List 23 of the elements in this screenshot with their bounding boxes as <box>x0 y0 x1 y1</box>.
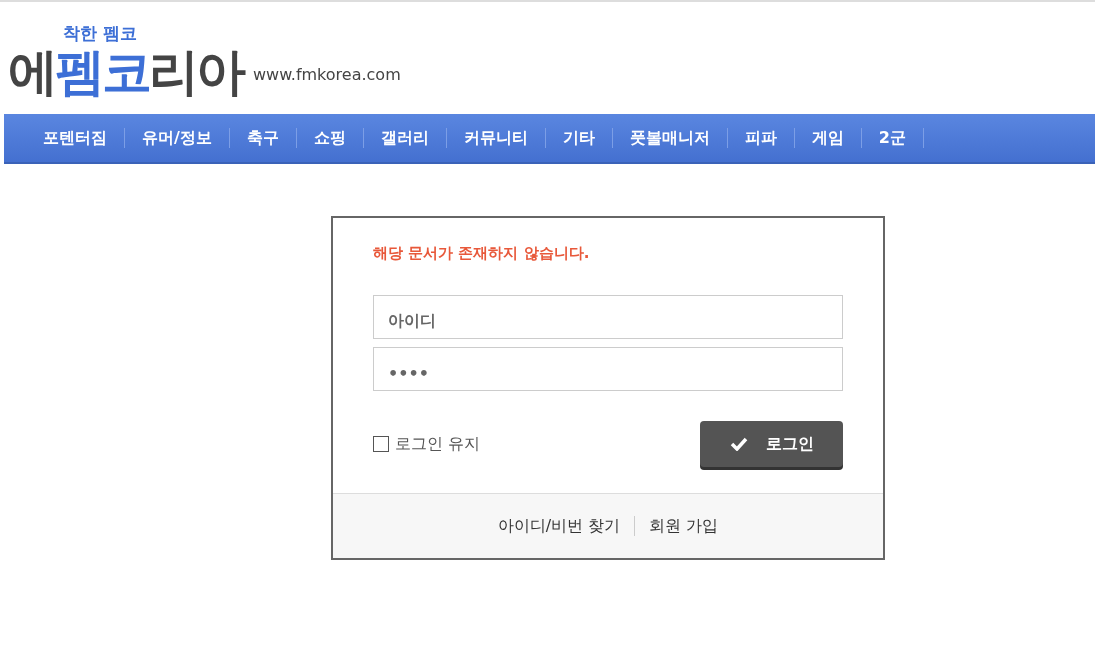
id-field[interactable]: 아이디 <box>373 295 843 339</box>
nav-link[interactable]: 피파 <box>727 127 794 149</box>
nav-link[interactable]: 커뮤니티 <box>446 127 545 149</box>
site-logo[interactable]: 에펨코리아 <box>8 42 243 102</box>
password-field[interactable]: •••• <box>373 347 843 391</box>
nav-link[interactable]: 유머/정보 <box>125 127 229 149</box>
checkmark-icon <box>729 437 748 451</box>
site-domain: www.fmkorea.com <box>253 65 401 84</box>
nav-link[interactable]: 기타 <box>545 127 612 149</box>
footer-link[interactable]: 회원 가입 <box>635 515 733 537</box>
keep-login-checkbox[interactable] <box>373 436 389 452</box>
nav-link[interactable]: 풋볼매니저 <box>612 127 727 149</box>
nav-link[interactable]: 갤러리 <box>363 127 446 149</box>
nav-link[interactable]: 2군 <box>861 127 923 149</box>
error-message: 해당 문서가 존재하지 않습니다. <box>373 244 591 263</box>
logo-tagline: 착한 펨코 <box>63 24 137 42</box>
login-button[interactable]: 로그인 <box>700 421 843 467</box>
nav-link[interactable]: 포텐터짐 <box>26 127 124 149</box>
keep-login-label: 로그인 유지 <box>395 433 481 455</box>
nav-link[interactable]: 쇼핑 <box>296 127 363 149</box>
nav-link[interactable]: 게임 <box>794 127 861 149</box>
footer-link[interactable]: 아이디/비번 찾기 <box>483 515 635 537</box>
nav-link[interactable]: 축구 <box>229 127 296 149</box>
